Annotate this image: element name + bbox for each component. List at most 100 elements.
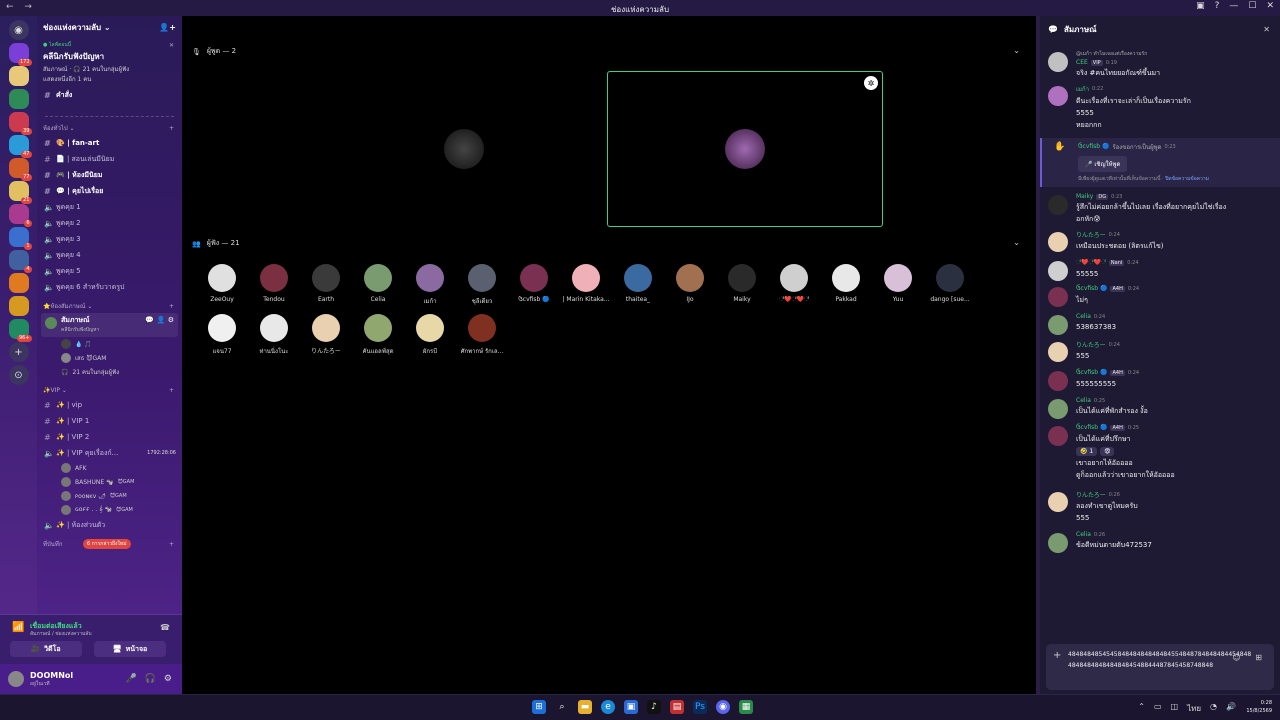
mic-icon[interactable]: 🎤: [125, 674, 136, 684]
chat-message[interactable]: ೆ❤️ೆ❤️ೆ Nani 0:24 55555: [1040, 259, 1280, 281]
chat-message[interactable]: ઉcvfisb 🔵 A4H 0:24 555555555: [1040, 369, 1280, 391]
store-icon[interactable]: ▣: [624, 700, 638, 714]
author-name[interactable]: ઉcvfisb 🔵: [1076, 424, 1107, 432]
avatar[interactable]: [1048, 399, 1068, 419]
channel-item[interactable]: # ✨ | VIP 1: [37, 413, 182, 429]
avatar[interactable]: [1048, 195, 1068, 215]
close-button[interactable]: ✕: [1266, 1, 1274, 11]
server-name[interactable]: ช่องแห่งความลับ ⌄: [43, 21, 111, 34]
help-icon[interactable]: ?: [1215, 1, 1220, 11]
channel-item[interactable]: 🔈 พูดคุย 3: [37, 231, 182, 247]
audience-member[interactable]: Tendou: [248, 264, 300, 314]
server-icon[interactable]: 77: [8, 158, 32, 181]
chat-message[interactable]: @เมก้า ทำไมเจอแต่เรื่องความรัก CEE VIP 0:19…: [1040, 50, 1280, 78]
server-icon[interactable]: 39: [8, 112, 32, 135]
stage-audience[interactable]: 🎧 21 คนในกลุ่มผู้ฟัง: [37, 365, 182, 379]
audience-member[interactable]: ೆ❤️ೆ❤️ೆ: [768, 264, 820, 314]
audience-member[interactable]: りんたろー: [300, 314, 352, 364]
speaker-tile[interactable]: [326, 71, 602, 227]
search-icon[interactable]: ⌕: [555, 700, 569, 714]
plus-icon[interactable]: +: [169, 125, 174, 132]
lang-label[interactable]: ไทย: [1187, 702, 1201, 715]
chat-message[interactable]: ઉcvfisb 🔵 A4H 0:24 ไม่ๆ: [1040, 285, 1280, 307]
chat-message[interactable]: เมก้า 0:22 ดีนะเรื่องที่เราจะเล่าก็เป็นเรื…: [1040, 84, 1280, 130]
audience-member[interactable]: แจน77: [196, 314, 248, 364]
audience-member[interactable]: Yuu: [872, 264, 924, 314]
direct-messages-icon[interactable]: ◉: [8, 20, 29, 40]
plus-icon[interactable]: +: [169, 541, 174, 548]
channel-item[interactable]: 🔈 พูดคุย 6 สำหรับวาดรูป: [37, 279, 182, 295]
emoji-icon[interactable]: ☺ ⊞: [1232, 652, 1268, 663]
message-input[interactable]: + 48484848545458484848484848455484878484…: [1046, 644, 1274, 690]
gear-icon[interactable]: ⚙: [164, 674, 172, 684]
category-rooms[interactable]: ห้องทั่วไป ⌄ +: [37, 121, 182, 135]
category-vip[interactable]: ✨VIP ⌄ +: [37, 383, 182, 397]
avatar[interactable]: [1048, 492, 1068, 512]
chat-message[interactable]: ઉcvfisb 🔵 A4H 0:25 เป็นได้แค่ที่ปรึกษา 🤣 1 😨 เ…: [1040, 424, 1280, 480]
author-name[interactable]: ઉcvfisb 🔵: [1076, 285, 1107, 293]
photoshop-icon[interactable]: Ps: [693, 700, 707, 714]
stage-member[interactable]: เสธ 😈GAM: [37, 351, 182, 365]
audience-member[interactable]: ชุลีเดียว: [456, 264, 508, 314]
stage-actions-icon[interactable]: 💬 👤 ⚙: [145, 316, 174, 324]
chevron-down-icon[interactable]: ⌄: [1013, 238, 1020, 247]
chat-message[interactable]: Celia 0:24 538637383: [1040, 313, 1280, 335]
channel-item[interactable]: # 🎮 | ห้องมีนิยม: [37, 167, 182, 183]
edge-icon[interactable]: e: [601, 700, 615, 714]
chat-message[interactable]: Maiky DG 0:23 รู้สึกไม่ค่อยกล้าขึ้นไปเลย เร…: [1040, 193, 1280, 224]
avatar[interactable]: [1048, 287, 1068, 307]
app-icon[interactable]: ▤: [670, 700, 684, 714]
disconnect-icon[interactable]: ☎: [160, 623, 170, 632]
folder-icon[interactable]: ▬: [578, 700, 592, 714]
inbox-icon[interactable]: ▣: [1196, 1, 1205, 11]
audience-member[interactable]: | Marin Kitaka...: [560, 264, 612, 314]
avatar[interactable]: [1048, 52, 1068, 72]
audience-member[interactable]: Earth: [300, 264, 352, 314]
tray-icon[interactable]: ▭: [1154, 702, 1162, 715]
channel-item[interactable]: # 📄 | สอนเล่นมีนิยม: [37, 151, 182, 167]
channel-item[interactable]: # ✨ | vip: [37, 397, 182, 413]
discover-icon[interactable]: ⊙: [8, 365, 29, 385]
tray-icon[interactable]: ◫: [1171, 702, 1179, 715]
server-icon[interactable]: 172: [8, 43, 32, 66]
discord-icon[interactable]: ◉: [716, 700, 730, 714]
audience-member[interactable]: IJo: [664, 264, 716, 314]
author-name[interactable]: CEE: [1076, 59, 1088, 66]
author-name[interactable]: Maiky: [1076, 193, 1093, 200]
audience-member[interactable]: thaitea_: [612, 264, 664, 314]
stage-member[interactable]: 💧 🎵: [37, 337, 182, 351]
plus-icon[interactable]: +: [169, 303, 174, 310]
wifi-icon[interactable]: ◔: [1210, 702, 1217, 715]
dismiss-link[interactable]: ปิดข้อความข้อความ: [1165, 176, 1209, 182]
author-name[interactable]: りんたろー: [1076, 230, 1106, 239]
chat-message[interactable]: りんたろー 0:26 ลองทำเขาดูไหมครับ 555: [1040, 490, 1280, 523]
audience-member[interactable]: ZeeOuy: [196, 264, 248, 314]
channel-item[interactable]: 🔈 พูดคุย 2: [37, 215, 182, 231]
avatar[interactable]: [1048, 371, 1068, 391]
channel-item[interactable]: 🔈 พูดคุย 5: [37, 263, 182, 279]
add-server-icon[interactable]: +: [8, 342, 29, 362]
server-icon[interactable]: 1: [8, 227, 32, 250]
tiktok-icon[interactable]: ♪: [647, 700, 661, 714]
plus-icon[interactable]: +: [169, 387, 174, 394]
reply-preview[interactable]: @เมก้า ทำไมเจอแต่เรื่องความรัก: [1076, 50, 1274, 58]
chat-message[interactable]: Celia 0:26 ข้อดีหม่นตายตับ472537: [1040, 531, 1280, 553]
audience-member[interactable]: Pakkad: [820, 264, 872, 314]
chat-message[interactable]: りんたろー 0:24 555: [1040, 340, 1280, 362]
chevron-down-icon[interactable]: ⌄: [1013, 46, 1020, 55]
audience-member[interactable]: ผักรบี: [404, 314, 456, 364]
stage-channel[interactable]: สัมภาษณ์ คลีนิกรับฟังปัญหา 💬 👤 ⚙: [41, 313, 178, 337]
server-icon[interactable]: [8, 89, 29, 109]
server-icon[interactable]: 4: [8, 250, 32, 273]
audience-member[interactable]: Maiky: [716, 264, 768, 314]
chat-message[interactable]: Celia 0:25 เป็นได้แค่ที่พักสำรอง งั้อ: [1040, 397, 1280, 419]
new-mentions-badge[interactable]: 6 การกล่าวถึงใหม่: [83, 539, 131, 549]
channel-item[interactable]: 🔈 ✨ | VIP คุยเรื่องก์... 1792:28:06: [37, 445, 182, 461]
app2-icon[interactable]: ▦: [739, 700, 753, 714]
username[interactable]: DOOMNol: [30, 671, 73, 680]
server-icon[interactable]: 6: [8, 204, 32, 227]
voice-member[interactable]: AFK: [37, 461, 182, 475]
author-name[interactable]: Celia: [1076, 531, 1091, 538]
author-name[interactable]: Celia: [1076, 313, 1091, 320]
close-icon[interactable]: ✕: [169, 42, 174, 49]
